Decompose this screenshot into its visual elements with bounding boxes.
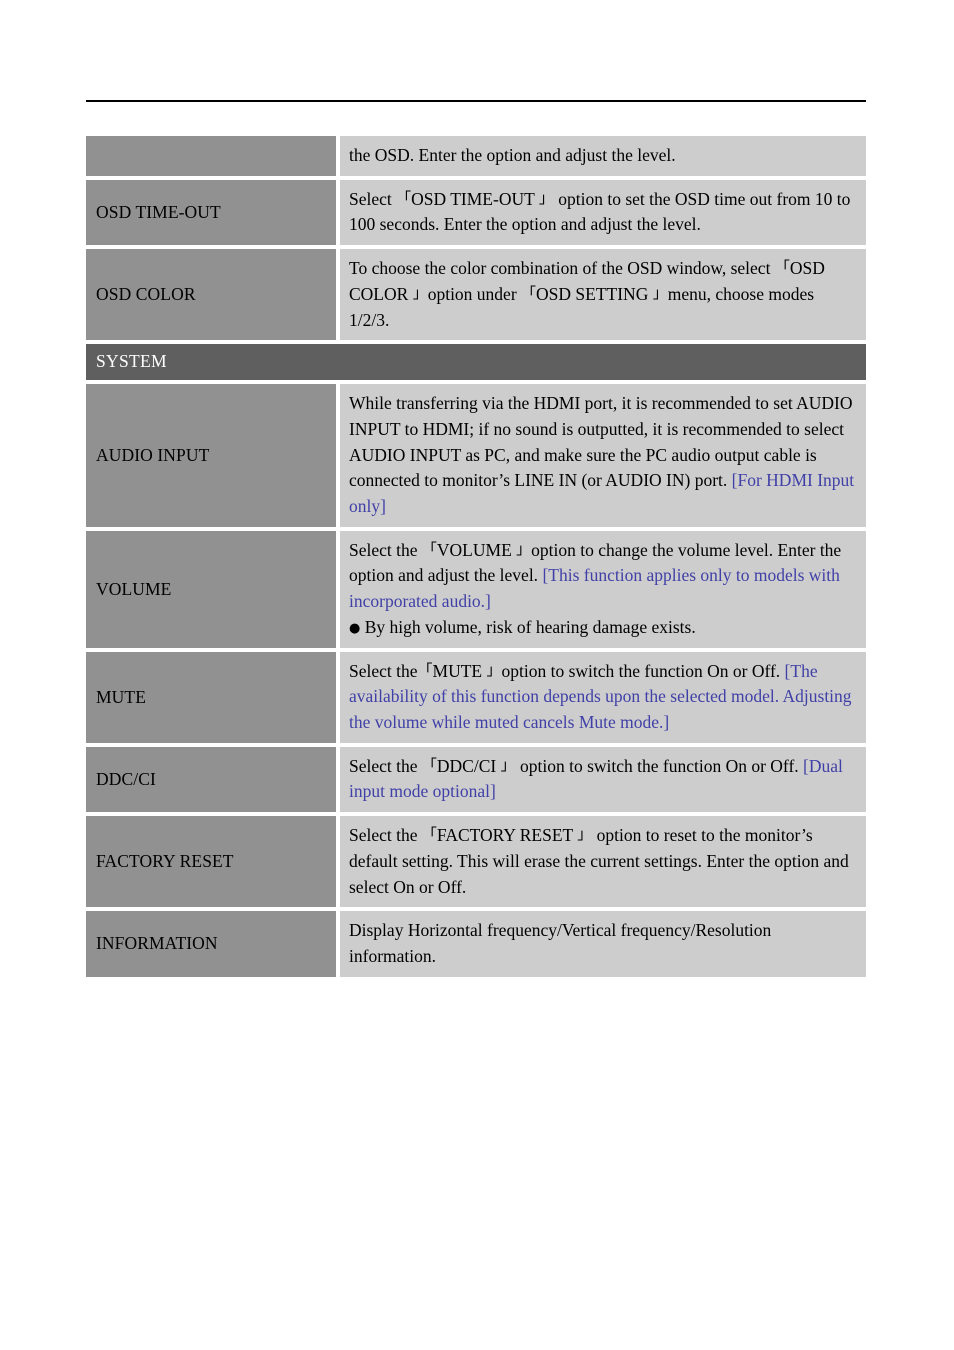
function-description-cell: Select the 「DDC/CI 」 option to switch th… xyxy=(340,746,866,813)
description-text: FACTORY RESET xyxy=(436,825,578,846)
table-row: FACTORY RESET Select the 「FACTORY RESET 」… xyxy=(86,816,866,908)
description-line: Select the「MUTE 」option to switch the fu… xyxy=(349,659,856,736)
function-description-cell: While transferring via the HDMI port, it… xyxy=(340,384,866,527)
description-text: OSD TIME-OUT xyxy=(411,188,539,209)
table-row: AUDIO INPUT While transferring via the HD… xyxy=(86,384,866,527)
description-text: Select xyxy=(349,188,397,209)
description-line: To choose the color combination of the O… xyxy=(349,256,856,333)
function-description-cell: To choose the color combination of the O… xyxy=(340,249,866,341)
function-name-cell: DDC/CI xyxy=(86,746,336,813)
table-section-row: SYSTEM xyxy=(86,344,866,381)
corner-bracket-glyph: 」 xyxy=(500,755,516,774)
corner-bracket-glyph: 「 xyxy=(774,258,790,277)
section-title: SYSTEM xyxy=(86,344,866,381)
description-text: option to switch the function On or Off. xyxy=(501,660,785,681)
function-description-cell: Select 「OSD TIME-OUT 」 option to set the… xyxy=(340,179,866,246)
function-name-cell: MUTE xyxy=(86,651,336,743)
corner-bracket-glyph: 「 xyxy=(396,188,412,207)
description-line: Select the 「FACTORY RESET 」 option to re… xyxy=(349,823,856,900)
warning-bullet-icon: ● xyxy=(349,620,361,636)
function-name-cell: FACTORY RESET xyxy=(86,816,336,908)
corner-bracket-glyph: 」 xyxy=(486,660,502,679)
description-text: option under xyxy=(427,283,522,304)
function-name-cell: INFORMATION xyxy=(86,911,336,977)
function-name-cell: OSD COLOR xyxy=(86,249,336,341)
corner-bracket-glyph: 「 xyxy=(417,660,433,679)
osd-function-table: the OSD. Enter the option and adjust the… xyxy=(86,136,866,981)
description-text: the OSD. Enter the option and adjust the… xyxy=(349,145,676,165)
function-description-cell: Display Horizontal frequency/Vertical fr… xyxy=(340,911,866,977)
table-row: DDC/CI Select the 「DDC/CI 」 option to swi… xyxy=(86,746,866,813)
function-name-cell: VOLUME xyxy=(86,530,336,648)
corner-bracket-glyph: 「 xyxy=(421,755,437,774)
function-name-cell: OSD TIME-OUT xyxy=(86,179,336,246)
table-row: the OSD. Enter the option and adjust the… xyxy=(86,136,866,176)
description-text: option to switch the function On or Off. xyxy=(515,755,804,776)
function-name-cell xyxy=(86,136,336,176)
description-text: Select the xyxy=(349,539,422,560)
corner-bracket-glyph: 「 xyxy=(421,539,437,558)
table-row: MUTE Select the「MUTE 」option to switch th… xyxy=(86,651,866,743)
function-description-cell: Select the 「FACTORY RESET 」 option to re… xyxy=(340,816,866,908)
corner-bracket-glyph: 」 xyxy=(652,283,668,302)
corner-bracket-glyph: 」 xyxy=(412,283,428,302)
corner-bracket-glyph: 」 xyxy=(516,539,532,558)
description-text: Select the xyxy=(349,825,422,846)
description-line: Select the 「DDC/CI 」 option to switch th… xyxy=(349,754,856,805)
page-header-rule xyxy=(86,100,866,102)
description-line: Select 「OSD TIME-OUT 」 option to set the… xyxy=(349,187,856,238)
description-text: Select the xyxy=(349,660,418,681)
description-text: MUTE xyxy=(432,660,487,681)
table-row: VOLUME Select the 「VOLUME 」option to chan… xyxy=(86,530,866,648)
description-text: To choose the color combination of the O… xyxy=(349,258,775,279)
document-page: the OSD. Enter the option and adjust the… xyxy=(0,0,954,1350)
description-line: ● By high volume, risk of hearing damage… xyxy=(349,615,856,641)
function-description-cell: Select the 「VOLUME 」option to change the… xyxy=(340,530,866,648)
description-text: Select the xyxy=(349,755,422,776)
table-row: OSD TIME-OUT Select 「OSD TIME-OUT 」 optio… xyxy=(86,179,866,246)
function-description-cell: the OSD. Enter the option and adjust the… xyxy=(340,136,866,176)
description-line: While transferring via the HDMI port, it… xyxy=(349,391,856,520)
function-name-cell: AUDIO INPUT xyxy=(86,384,336,527)
table-row: INFORMATION Display Horizontal frequency/… xyxy=(86,911,866,977)
corner-bracket-glyph: 「 xyxy=(521,283,537,302)
function-description-cell: Select the「MUTE 」option to switch the fu… xyxy=(340,651,866,743)
description-text: OSD SETTING xyxy=(536,283,653,304)
corner-bracket-glyph: 「 xyxy=(421,825,437,844)
description-line: Select the 「VOLUME 」option to change the… xyxy=(349,538,856,615)
description-text: Display Horizontal frequency/Vertical fr… xyxy=(349,920,772,966)
description-line: the OSD. Enter the option and adjust the… xyxy=(349,143,856,169)
description-text: DDC/CI xyxy=(436,755,501,776)
description-line: Display Horizontal frequency/Vertical fr… xyxy=(349,918,856,969)
corner-bracket-glyph: 」 xyxy=(577,825,593,844)
corner-bracket-glyph: 」 xyxy=(538,188,554,207)
description-text: VOLUME xyxy=(436,539,517,560)
table-row: OSD COLOR To choose the color combination… xyxy=(86,249,866,341)
description-text: By high volume, risk of hearing damage e… xyxy=(360,616,696,637)
